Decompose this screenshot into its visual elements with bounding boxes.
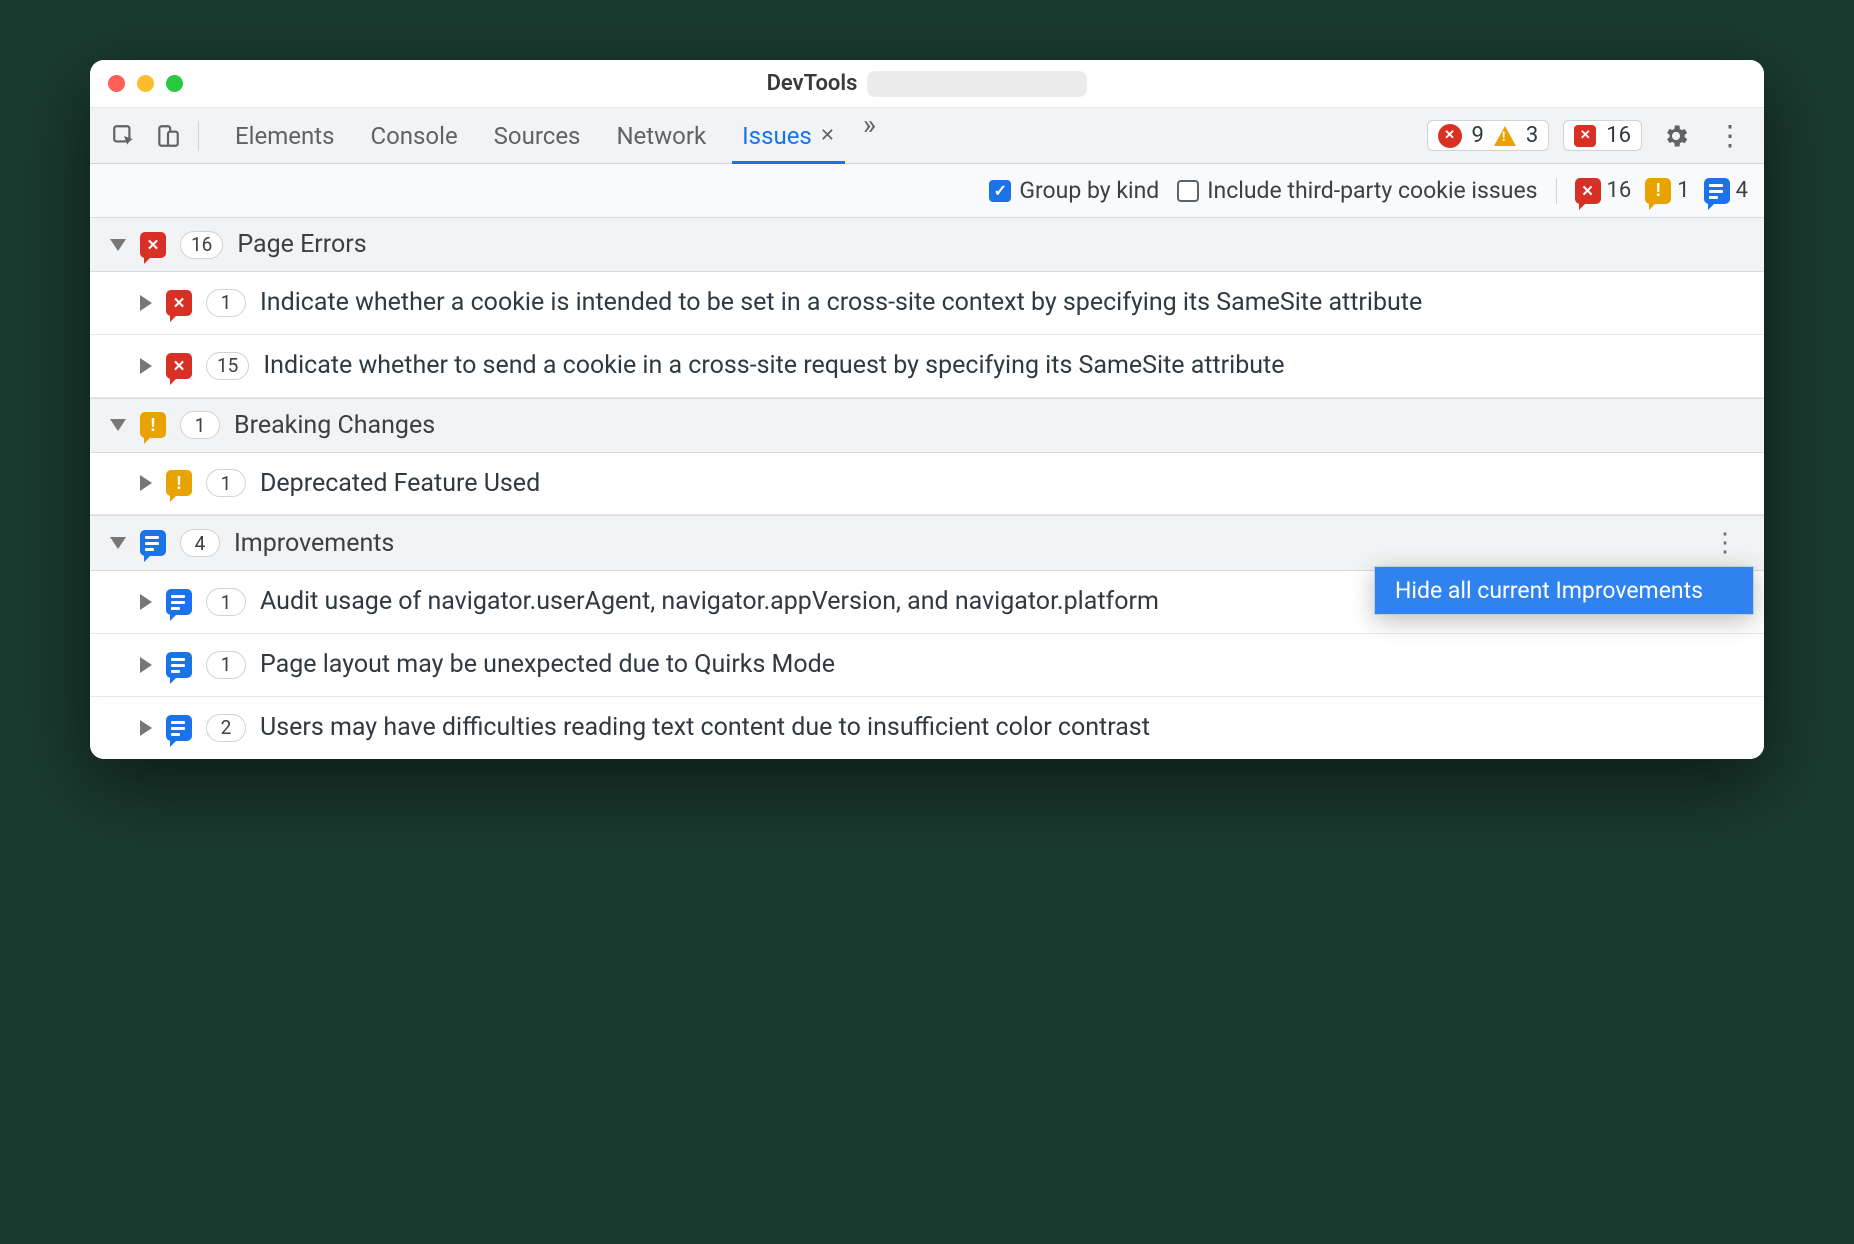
issue-title: Users may have difficulties reading text… (260, 711, 1744, 745)
include-third-party-checkbox[interactable]: Include third-party cookie issues (1177, 177, 1537, 204)
group-header[interactable]: 16 Page Errors (90, 218, 1764, 272)
disclosure-triangle-icon (140, 720, 152, 736)
more-tabs-icon[interactable]: » (853, 108, 886, 163)
breaking-change-icon (1645, 178, 1671, 204)
blocked-count: 16 (1606, 123, 1631, 148)
tab-sources[interactable]: Sources (476, 108, 599, 163)
panel-tabs: Elements Console Sources Network Issues … (217, 108, 886, 163)
page-error-icon (166, 290, 192, 316)
summary-breaking[interactable]: 1 (1645, 178, 1689, 204)
improvement-icon (166, 589, 192, 615)
page-error-icon (166, 353, 192, 379)
checkbox-icon (989, 180, 1011, 202)
breaking-change-icon (166, 470, 192, 496)
minimize-window-button[interactable] (137, 75, 154, 92)
issue-count: 15 (206, 352, 249, 380)
tab-elements[interactable]: Elements (217, 108, 352, 163)
disclosure-triangle-icon (110, 239, 126, 251)
issue-count: 1 (206, 588, 246, 616)
page-error-icon (1575, 178, 1601, 204)
improvement-icon (140, 530, 166, 556)
severity-summary: 16 1 4 (1556, 178, 1748, 204)
group-menu-icon[interactable]: ⋮ (1706, 528, 1744, 558)
group-title: Improvements (234, 529, 394, 558)
disclosure-triangle-icon (140, 475, 152, 491)
group-count: 1 (180, 411, 220, 439)
issue-row[interactable]: 1 Page layout may be unexpected due to Qu… (90, 634, 1764, 697)
warning-count: 3 (1526, 123, 1538, 148)
disclosure-triangle-icon (110, 419, 126, 431)
group-header[interactable]: 4Improvements⋮Hide all current Improveme… (90, 515, 1764, 571)
issue-title: Indicate whether a cookie is intended to… (260, 286, 1744, 320)
traffic-lights (108, 75, 183, 92)
context-menu: Hide all current Improvements (1374, 566, 1754, 615)
issues-status-badge[interactable]: 16 (1563, 120, 1642, 151)
titlebar: DevTools (90, 60, 1764, 108)
disclosure-triangle-icon (140, 358, 152, 374)
error-count: 9 (1472, 123, 1484, 148)
main-menu-icon[interactable]: ⋮ (1710, 116, 1750, 156)
error-icon (1438, 124, 1462, 148)
issues-toolbar: Group by kind Include third-party cookie… (90, 164, 1764, 218)
tab-issues[interactable]: Issues ✕ (724, 108, 853, 163)
improvement-icon (166, 652, 192, 678)
window-title: DevTools (767, 71, 858, 96)
issues-panel: 16 Page Errors 1 Indicate whether a cookie … (90, 218, 1764, 759)
disclosure-triangle-icon (140, 295, 152, 311)
tab-console[interactable]: Console (352, 108, 475, 163)
group-count: 4 (180, 529, 220, 557)
close-tab-icon[interactable]: ✕ (820, 125, 835, 146)
page-error-icon (140, 232, 166, 258)
issue-row[interactable]: 2 Users may have difficulties reading tex… (90, 697, 1764, 759)
hide-improvements-menu-item[interactable]: Hide all current Improvements (1375, 567, 1753, 614)
issue-title: Deprecated Feature Used (260, 467, 1744, 501)
group-header[interactable]: 1 Breaking Changes (90, 398, 1764, 453)
devtools-window: DevTools Elements Console Sources N (90, 60, 1764, 759)
issue-count: 1 (206, 469, 246, 497)
issue-count: 1 (206, 289, 246, 317)
console-status-badge[interactable]: 9 3 (1427, 120, 1550, 151)
summary-improvements[interactable]: 4 (1704, 178, 1748, 204)
warning-icon (1494, 126, 1516, 146)
blocked-icon (1574, 125, 1596, 147)
zoom-window-button[interactable] (166, 75, 183, 92)
checkbox-icon (1177, 180, 1199, 202)
issue-count: 2 (206, 714, 246, 742)
issue-row[interactable]: 1 Deprecated Feature Used (90, 453, 1764, 516)
issue-count: 1 (206, 651, 246, 679)
tab-network[interactable]: Network (598, 108, 724, 163)
disclosure-triangle-icon (110, 537, 126, 549)
group-count: 16 (180, 231, 223, 259)
issue-row[interactable]: 1 Indicate whether a cookie is intended t… (90, 272, 1764, 335)
inspect-element-icon[interactable] (104, 116, 144, 156)
issue-row[interactable]: 15 Indicate whether to send a cookie in a… (90, 335, 1764, 398)
device-toolbar-icon[interactable] (148, 116, 188, 156)
disclosure-triangle-icon (140, 594, 152, 610)
issue-title: Indicate whether to send a cookie in a c… (263, 349, 1744, 383)
disclosure-triangle-icon (140, 657, 152, 673)
close-window-button[interactable] (108, 75, 125, 92)
improvement-icon (1704, 178, 1730, 204)
group-title: Page Errors (237, 230, 366, 259)
summary-errors[interactable]: 16 (1575, 178, 1632, 204)
window-subtitle-placeholder (867, 71, 1087, 97)
improvement-icon (166, 715, 192, 741)
settings-icon[interactable] (1656, 116, 1696, 156)
issue-title: Page layout may be unexpected due to Qui… (260, 648, 1744, 682)
separator (198, 121, 199, 151)
group-title: Breaking Changes (234, 411, 435, 440)
group-by-kind-checkbox[interactable]: Group by kind (989, 177, 1159, 204)
breaking-change-icon (140, 412, 166, 438)
devtools-tabbar: Elements Console Sources Network Issues … (90, 108, 1764, 164)
